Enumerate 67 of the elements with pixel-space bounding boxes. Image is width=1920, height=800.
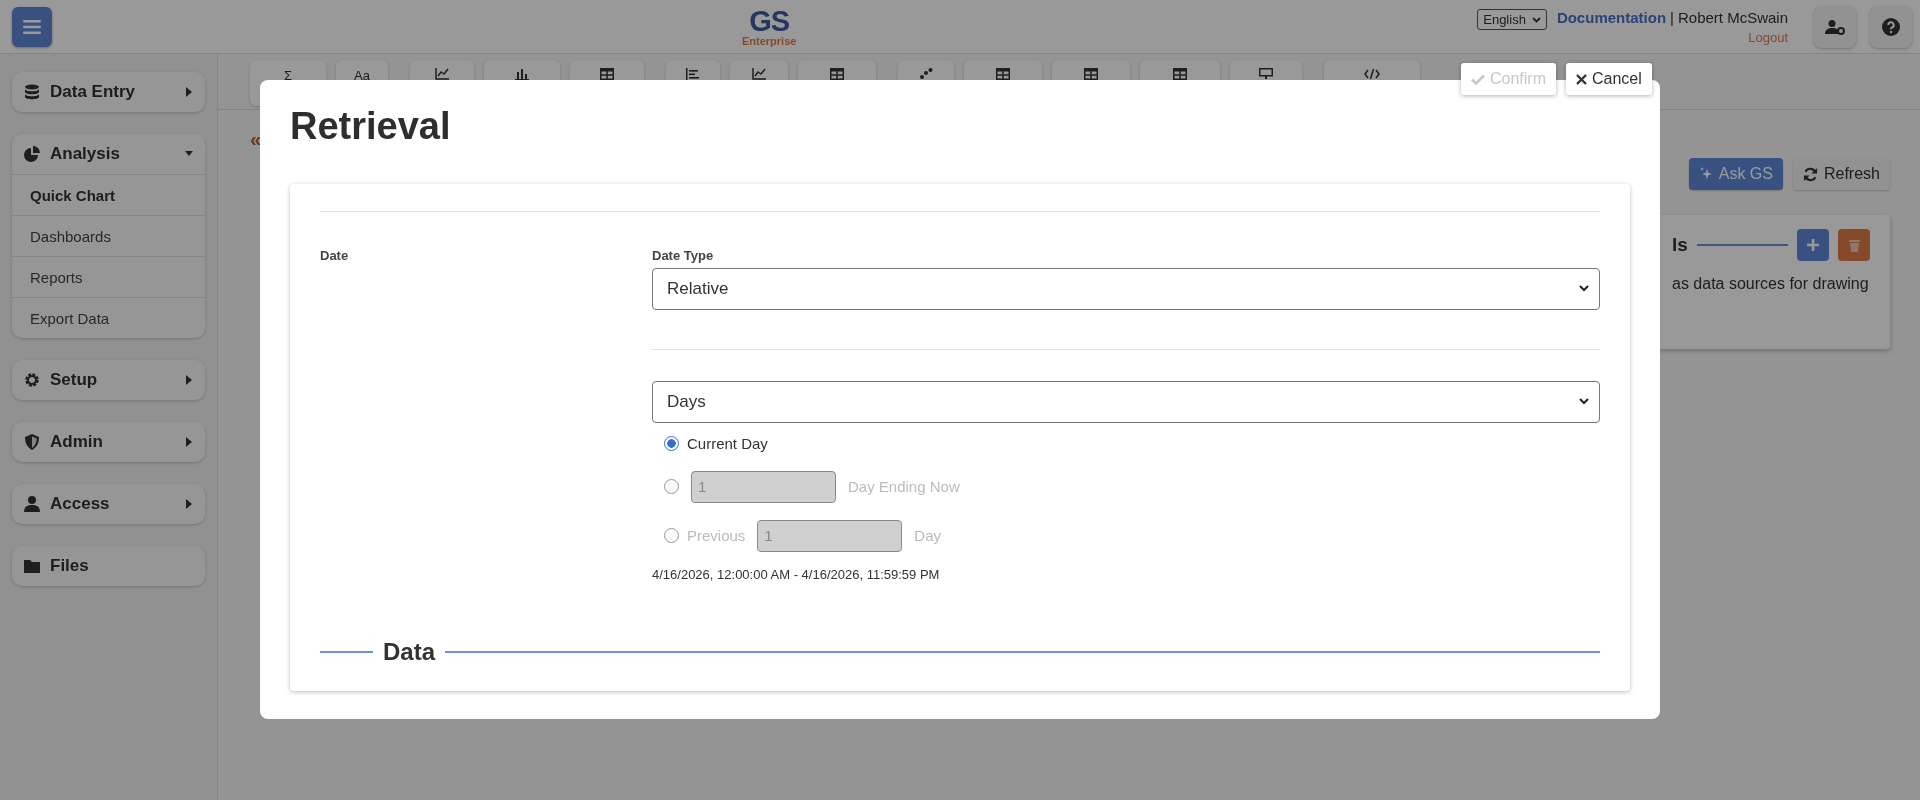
section-title: Data (383, 637, 436, 666)
option-label: Day Ending Now (848, 478, 960, 496)
panel-title: ls (1672, 234, 1688, 256)
user-settings-button[interactable] (1814, 5, 1856, 48)
option-label: Day (914, 527, 942, 545)
sidebar-group-header[interactable]: Analysis (12, 134, 205, 174)
sidebar-group-header[interactable]: Data Entry (12, 72, 205, 112)
line-chart-icon (752, 68, 766, 80)
refresh-button[interactable]: Refresh (1792, 158, 1890, 190)
cancel-button[interactable]: Cancel (1566, 63, 1652, 95)
monitor-icon (1259, 68, 1273, 80)
table-icon (830, 68, 844, 80)
table-icon (996, 68, 1010, 80)
sidebar-item[interactable]: Reports (12, 256, 205, 297)
horizontal-bars-icon (686, 68, 700, 80)
sidebar-group-header[interactable]: Access (12, 484, 205, 524)
code-icon (1364, 68, 1380, 80)
help-button[interactable] (1870, 5, 1912, 48)
sparkles-icon (1698, 167, 1713, 181)
date-range-text: 4/16/2026, 12:00:00 AM - 4/16/2026, 11:59:59 PM (652, 566, 940, 582)
documentation-link[interactable]: Documentation (1556, 8, 1667, 26)
date-label: Date (320, 247, 350, 263)
radio-button[interactable] (664, 436, 679, 452)
add-button[interactable] (1797, 229, 1829, 261)
period-dropdown[interactable]: Days (652, 380, 1600, 423)
sidebar-item[interactable]: Export Data (12, 297, 205, 338)
sidebar-group-header[interactable]: Files (12, 546, 205, 586)
bar-chart-icon (515, 68, 529, 80)
plus-icon (1807, 239, 1819, 251)
option-label: Previous (687, 527, 746, 545)
user-icon (24, 496, 40, 512)
separator: | (1670, 8, 1674, 26)
refresh-icon (1802, 166, 1818, 182)
delete-button[interactable] (1838, 229, 1870, 261)
help-icon (1882, 17, 1900, 36)
folder-icon (24, 558, 40, 574)
sidebar-item[interactable]: Dashboards (12, 215, 205, 256)
table-icon (1173, 68, 1187, 80)
chevron-icon (1579, 398, 1589, 406)
date-type-dropdown[interactable]: Relative (652, 267, 1600, 310)
date-type-label: Date Type (652, 247, 714, 263)
user-name: Robert McSwain (1677, 8, 1788, 26)
menu-button[interactable] (12, 6, 52, 47)
table-icon (600, 68, 614, 80)
sidebar-group-header[interactable]: Setup (12, 360, 205, 400)
logo-title: GS (749, 6, 790, 36)
shield-icon (24, 434, 40, 450)
menu-icon (23, 18, 41, 35)
sidebar-item[interactable]: Quick Chart (12, 174, 205, 215)
chevron-icon (1531, 16, 1541, 23)
line-chart-icon (435, 68, 449, 80)
close-icon (1576, 73, 1587, 85)
table-icon (1084, 68, 1098, 80)
chevron-icon (1579, 285, 1589, 293)
dialog-title: Retrieval (290, 106, 452, 148)
scatter-icon (919, 68, 933, 80)
panel-text: as data sources for drawing (1672, 275, 1870, 293)
trash-icon (1848, 238, 1860, 252)
language-dropdown[interactable]: English (1477, 9, 1547, 30)
option-label: Current Day (687, 435, 768, 453)
logo-subtitle: Enterprise (742, 35, 797, 47)
pie-icon (24, 146, 40, 162)
user-gear-icon (1825, 18, 1845, 35)
check-icon (1471, 73, 1485, 85)
database-icon (24, 84, 40, 100)
sidebar-group-header[interactable]: Admin (12, 422, 205, 462)
gear-icon (24, 372, 40, 388)
